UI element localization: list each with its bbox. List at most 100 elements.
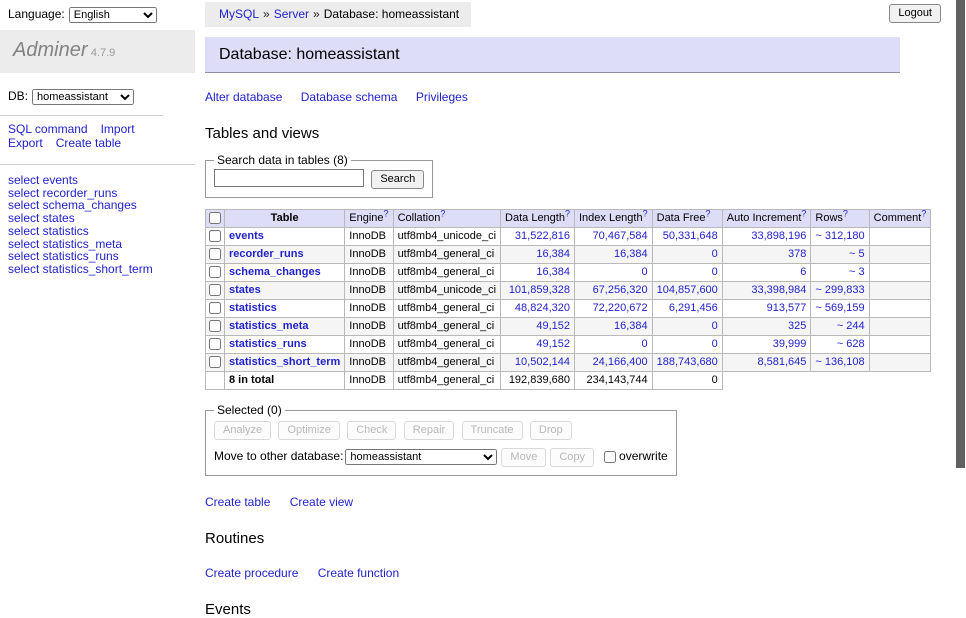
row-checkbox[interactable]: [209, 302, 221, 314]
help-icon[interactable]: ?: [706, 208, 711, 218]
breadcrumb-mysql-link[interactable]: MySQL: [219, 7, 259, 21]
data-length-link[interactable]: 16,384: [536, 266, 570, 278]
language-select[interactable]: English: [69, 7, 157, 23]
sidebar-table-link[interactable]: select events: [8, 174, 195, 187]
auto-increment-link[interactable]: 6: [800, 266, 806, 278]
table-name-link[interactable]: statistics_runs: [229, 338, 307, 350]
adminer-logo-text[interactable]: Adminer: [13, 39, 87, 61]
move-database-select[interactable]: homeassistant: [345, 449, 497, 465]
data-length-link[interactable]: 49,152: [536, 320, 570, 332]
index-length-link[interactable]: 0: [642, 266, 648, 278]
auto-increment-link[interactable]: 8,581,645: [757, 356, 806, 368]
sidebar-table-link[interactable]: select statistics: [8, 225, 195, 238]
vertical-scrollbar-thumb[interactable]: [956, 0, 965, 468]
help-icon[interactable]: ?: [921, 208, 926, 218]
index-length-link[interactable]: 16,384: [614, 248, 648, 260]
help-icon[interactable]: ?: [843, 208, 848, 218]
help-icon[interactable]: ?: [440, 208, 445, 218]
help-icon[interactable]: ?: [384, 208, 389, 218]
data-length-link[interactable]: 10,502,144: [515, 356, 570, 368]
privileges-link[interactable]: Privileges: [416, 90, 468, 104]
sql-command-link[interactable]: SQL command: [8, 123, 88, 136]
auto-increment-link[interactable]: 378: [788, 248, 806, 260]
table-name-link[interactable]: events: [229, 230, 264, 242]
row-checkbox[interactable]: [209, 356, 221, 368]
index-length-link[interactable]: 0: [642, 338, 648, 350]
index-length-link[interactable]: 16,384: [614, 320, 648, 332]
data-length-link[interactable]: 31,522,816: [515, 230, 570, 242]
create-procedure-link[interactable]: Create procedure: [205, 566, 298, 580]
sidebar-table-link[interactable]: select statistics_short_term: [8, 263, 195, 276]
row-checkbox[interactable]: [209, 338, 221, 350]
data-length-link[interactable]: 16,384: [536, 248, 570, 260]
table-name-link[interactable]: statistics_meta: [229, 320, 309, 332]
copy-button[interactable]: Copy: [550, 448, 594, 467]
data-free-link[interactable]: 0: [712, 248, 718, 260]
create-function-link[interactable]: Create function: [318, 566, 399, 580]
alter-database-link[interactable]: Alter database: [205, 90, 282, 104]
help-icon[interactable]: ?: [565, 208, 570, 218]
table-name-link[interactable]: statistics: [229, 302, 277, 314]
row-checkbox[interactable]: [209, 266, 221, 278]
check-button[interactable]: Check: [347, 421, 396, 440]
rows-link[interactable]: ~ 569,159: [815, 302, 864, 314]
help-icon[interactable]: ?: [801, 208, 806, 218]
database-schema-link[interactable]: Database schema: [301, 90, 398, 104]
data-length-link[interactable]: 49,152: [536, 338, 570, 350]
create-view-link[interactable]: Create view: [290, 495, 353, 509]
optimize-button[interactable]: Optimize: [278, 421, 339, 440]
search-input[interactable]: [214, 169, 364, 187]
create-table-link[interactable]: Create table: [205, 495, 270, 509]
row-checkbox[interactable]: [209, 248, 221, 260]
rows-link[interactable]: ~ 299,833: [815, 284, 864, 296]
rows-link[interactable]: ~ 244: [837, 320, 865, 332]
data-free-link[interactable]: 6,291,456: [669, 302, 718, 314]
rows-link[interactable]: ~ 136,108: [815, 356, 864, 368]
data-free-link[interactable]: 50,331,648: [663, 230, 718, 242]
index-length-link[interactable]: 24,166,400: [593, 356, 648, 368]
export-link[interactable]: Export: [8, 137, 43, 150]
index-length-link[interactable]: 70,467,584: [593, 230, 648, 242]
db-select[interactable]: homeassistant: [32, 89, 134, 105]
logout-button[interactable]: Logout: [889, 4, 941, 23]
help-icon[interactable]: ?: [643, 208, 648, 218]
repair-button[interactable]: Repair: [404, 421, 454, 440]
table-name-link[interactable]: recorder_runs: [229, 248, 304, 260]
row-checkbox[interactable]: [209, 320, 221, 332]
rows-link[interactable]: ~ 628: [837, 338, 865, 350]
rows-link[interactable]: ~ 312,180: [815, 230, 864, 242]
index-length-link[interactable]: 72,220,672: [593, 302, 648, 314]
table-name-link[interactable]: statistics_short_term: [229, 356, 340, 368]
create-table-sidebar-link[interactable]: Create table: [56, 137, 121, 150]
data-length-link[interactable]: 48,824,320: [515, 302, 570, 314]
auto-increment-link[interactable]: 33,898,196: [751, 230, 806, 242]
data-free-link[interactable]: 188,743,680: [657, 356, 718, 368]
data-free-link[interactable]: 104,857,600: [657, 284, 718, 296]
data-free-link[interactable]: 0: [712, 266, 718, 278]
row-checkbox[interactable]: [209, 230, 221, 242]
select-all-checkbox[interactable]: [209, 212, 221, 224]
overwrite-checkbox[interactable]: [604, 451, 616, 463]
drop-button[interactable]: Drop: [530, 421, 572, 440]
table-name-link[interactable]: schema_changes: [229, 266, 321, 278]
auto-increment-link[interactable]: 33,398,984: [751, 284, 806, 296]
truncate-button[interactable]: Truncate: [462, 421, 523, 440]
data-free-link[interactable]: 0: [712, 320, 718, 332]
auto-increment-link[interactable]: 913,577: [767, 302, 807, 314]
move-button[interactable]: Move: [501, 448, 546, 467]
data-length-link[interactable]: 101,859,328: [509, 284, 570, 296]
sidebar-table-link[interactable]: select states: [8, 212, 195, 225]
auto-increment-link[interactable]: 325: [788, 320, 806, 332]
breadcrumb-server-link[interactable]: Server: [274, 7, 309, 21]
table-name-link[interactable]: states: [229, 284, 261, 296]
data-free-link[interactable]: 0: [712, 338, 718, 350]
row-checkbox[interactable]: [209, 284, 221, 296]
table-row: eventsInnoDButf8mb4_unicode_ci31,522,816…: [206, 228, 931, 246]
search-button[interactable]: Search: [371, 170, 424, 189]
analyze-button[interactable]: Analyze: [214, 421, 271, 440]
rows-link[interactable]: ~ 5: [849, 248, 865, 260]
rows-link[interactable]: ~ 3: [849, 266, 865, 278]
auto-increment-link[interactable]: 39,999: [773, 338, 807, 350]
import-link[interactable]: Import: [101, 123, 135, 136]
index-length-link[interactable]: 67,256,320: [593, 284, 648, 296]
